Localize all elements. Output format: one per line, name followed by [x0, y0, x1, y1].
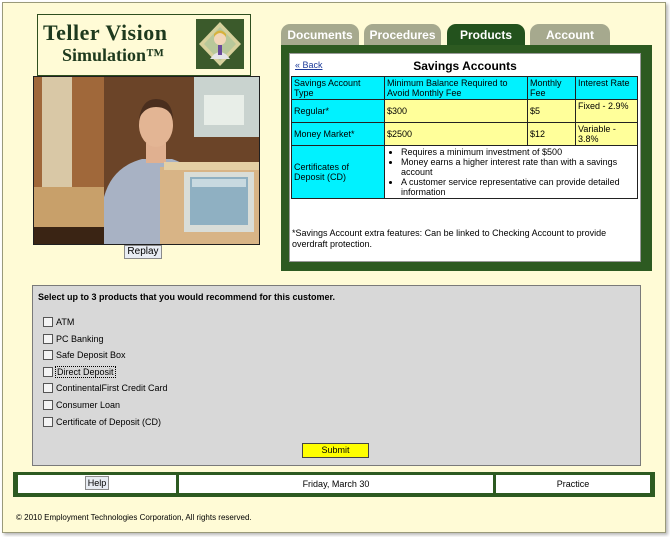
header-cell: Minimum Balance Required to Avoid Monthl… — [384, 76, 528, 100]
account-type-cell: Regular* — [291, 99, 385, 123]
min-balance-cell: $300 — [384, 99, 528, 123]
header-cell: Interest Rate — [575, 76, 638, 100]
checkbox[interactable] — [43, 382, 53, 393]
table-row: Regular* $300 $5 Fixed - 2.9% — [291, 99, 638, 123]
option-label: Certificate of Deposit (CD) — [56, 417, 162, 427]
option-label: Safe Deposit Box — [56, 350, 126, 360]
page-title: Savings Accounts — [413, 59, 517, 73]
tab-products[interactable]: Products — [447, 24, 525, 46]
help-button[interactable]: Help — [85, 476, 109, 490]
teller-portrait-icon — [196, 19, 244, 69]
cd-details-list: Requires a minimum investment of $500 Mo… — [387, 147, 635, 197]
status-bar: Help Friday, March 30 Practice — [13, 472, 655, 497]
option-label: ATM — [56, 317, 75, 327]
mode-display: Practice — [496, 475, 650, 493]
option-safe-deposit-box[interactable]: Safe Deposit Box — [43, 349, 126, 361]
account-type-cell: Certificates of Deposit (CD) — [291, 145, 385, 199]
header-cell: Savings Account Type — [291, 76, 385, 100]
help-cell: Help — [18, 475, 176, 493]
option-label: Consumer Loan — [56, 400, 121, 410]
option-pc-banking[interactable]: PC Banking — [43, 333, 104, 345]
checkbox[interactable] — [43, 416, 53, 427]
table-row: Certificates of Deposit (CD) Requires a … — [291, 145, 638, 199]
checkbox[interactable] — [43, 399, 53, 410]
list-item: Money earns a higher interest rate than … — [401, 157, 635, 177]
option-atm[interactable]: ATM — [43, 316, 74, 328]
option-certificate-of-deposit[interactable]: Certificate of Deposit (CD) — [43, 416, 161, 428]
monthly-fee-cell: $5 — [527, 99, 576, 123]
tab-procedures[interactable]: Procedures — [364, 24, 441, 46]
products-panel: « Back Savings Accounts Savings Account … — [281, 45, 652, 271]
interest-rate-cell: Fixed - 2.9% — [575, 99, 638, 123]
option-label: PC Banking — [56, 334, 104, 344]
checkbox[interactable] — [43, 333, 53, 344]
copyright-text: © 2010 Employment Technologies Corporati… — [16, 513, 252, 522]
logo-subtitle: Simulation™ — [62, 45, 165, 65]
header-cell: Monthly Fee — [527, 76, 576, 100]
option-label: ContinentalFirst Credit Card — [56, 383, 168, 393]
date-display: Friday, March 30 — [179, 475, 493, 493]
video-player[interactable] — [33, 76, 260, 245]
option-direct-deposit[interactable]: Direct Deposit — [43, 366, 116, 378]
table-header-row: Savings Account Type Minimum Balance Req… — [291, 76, 638, 100]
monthly-fee-cell: $12 — [527, 122, 576, 146]
cd-details-cell: Requires a minimum investment of $500 Mo… — [384, 145, 638, 199]
checkbox[interactable] — [43, 316, 53, 327]
question-prompt: Select up to 3 products that you would r… — [38, 292, 336, 302]
option-label: Direct Deposit — [55, 366, 116, 378]
list-item: Requires a minimum investment of $500 — [401, 147, 635, 157]
footnote: *Savings Account extra features: Can be … — [292, 228, 607, 249]
submit-button[interactable]: Submit — [302, 443, 369, 458]
list-item: A customer service representative can pr… — [401, 177, 635, 197]
tab-documents[interactable]: Documents — [281, 24, 359, 46]
savings-table: Savings Account Type Minimum Balance Req… — [291, 76, 638, 199]
savings-accounts-content: « Back Savings Accounts Savings Account … — [289, 53, 641, 262]
interest-rate-cell: Variable - 3.8% — [575, 122, 638, 146]
question-panel: Select up to 3 products that you would r… — [32, 285, 641, 466]
logo-title: Teller Vision — [43, 20, 168, 45]
video-frame-image — [34, 77, 259, 244]
account-type-cell: Money Market* — [291, 122, 385, 146]
checkbox[interactable] — [43, 349, 53, 360]
tab-account[interactable]: Account — [530, 24, 610, 46]
min-balance-cell: $2500 — [384, 122, 528, 146]
replay-button[interactable]: Replay — [124, 245, 162, 259]
option-consumer-loan[interactable]: Consumer Loan — [43, 399, 120, 411]
table-row: Money Market* $2500 $12 Variable - 3.8% — [291, 122, 638, 146]
app-logo: Teller Vision Simulation™ — [37, 14, 251, 76]
checkbox[interactable] — [43, 366, 53, 377]
option-credit-card[interactable]: ContinentalFirst Credit Card — [43, 382, 168, 394]
